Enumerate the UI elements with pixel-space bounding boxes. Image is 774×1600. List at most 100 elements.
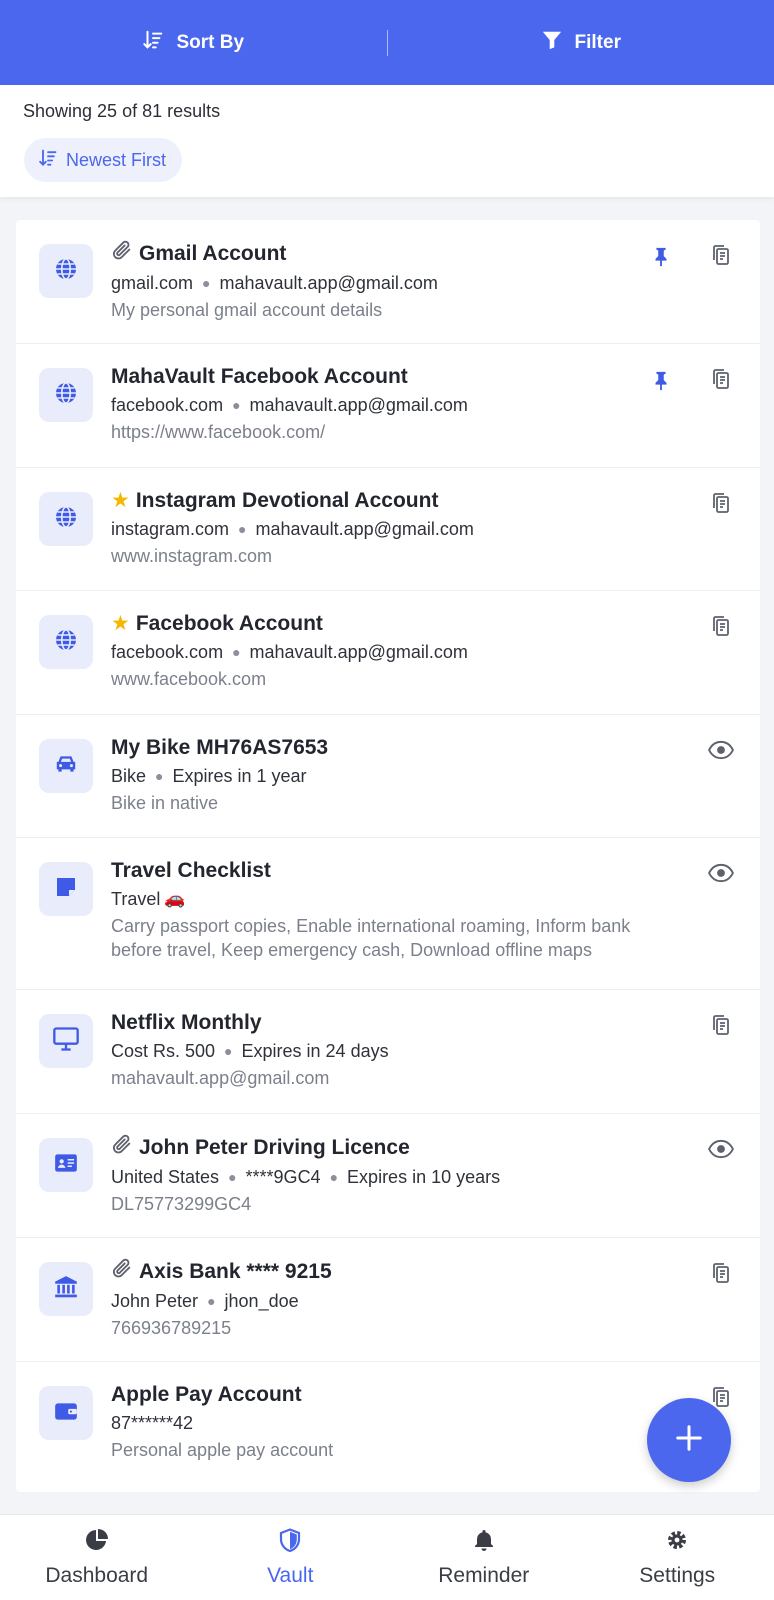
gear-icon — [665, 1528, 689, 1558]
list-item[interactable]: Gmail Account gmail.com ● mahavault.app@gm… — [16, 220, 760, 344]
item-actions — [708, 1262, 734, 1288]
item-body: ★ Instagram Devotional Account instagram.… — [111, 487, 680, 568]
list-item[interactable]: ★ Instagram Devotional Account instagram.… — [16, 468, 760, 591]
item-title-row: Axis Bank **** 9215 — [111, 1257, 680, 1287]
separator-dot: ● — [202, 275, 211, 291]
list-item[interactable]: Netflix Monthly Cost Rs. 500 ● Expires in … — [16, 990, 760, 1114]
item-description: Personal apple pay account — [111, 1440, 334, 1460]
item-body: ★ Facebook Account facebook.com ● mahavault… — [111, 610, 680, 691]
sort-by-button[interactable]: Sort By — [0, 29, 387, 57]
copy-button[interactable] — [708, 1014, 734, 1040]
copy-icon — [709, 491, 733, 520]
item-actions — [648, 368, 734, 394]
add-item-button[interactable] — [647, 1398, 731, 1482]
item-meta-field: gmail.com — [111, 273, 194, 293]
item-body: Apple Pay Account 87******42 Personal ap… — [111, 1381, 680, 1462]
item-description: Carry passport copies, Enable internatio… — [111, 916, 631, 960]
item-type-badge — [39, 492, 93, 546]
item-meta-field: Travel — [111, 889, 161, 909]
item-description: 766936789215 — [111, 1318, 232, 1338]
nav-tab-vault[interactable]: Vault — [194, 1515, 388, 1600]
separator-dot: ● — [232, 644, 241, 660]
pin-icon[interactable] — [648, 368, 674, 394]
item-body: Gmail Account gmail.com ● mahavault.app@gm… — [111, 239, 680, 322]
copy-button[interactable] — [708, 615, 734, 641]
copy-button[interactable] — [708, 492, 734, 518]
pin-icon[interactable] — [648, 244, 674, 270]
copy-icon — [709, 367, 733, 396]
item-meta-field: facebook.com — [111, 395, 224, 415]
globe-icon — [54, 257, 78, 286]
nav-tab-label: Vault — [267, 1563, 314, 1587]
item-title-row: MahaVault Facebook Account — [111, 363, 680, 391]
item-title: Axis Bank **** 9215 — [139, 1260, 332, 1283]
filter-label: Filter — [574, 31, 621, 53]
item-description: DL75773299GC4 — [111, 1194, 252, 1214]
separator-dot: ● — [224, 1043, 233, 1059]
item-title-row: ★ Facebook Account — [111, 610, 680, 638]
separator-dot: ● — [207, 1293, 216, 1309]
item-actions — [648, 244, 734, 270]
nav-tab-dashboard[interactable]: Dashboard — [0, 1515, 194, 1600]
star-icon: ★ — [111, 489, 130, 512]
nav-tab-label: Reminder — [438, 1563, 530, 1587]
separator-dot: ● — [228, 1169, 237, 1185]
item-actions — [708, 615, 734, 641]
view-button[interactable] — [707, 739, 735, 765]
item-title: Apple Pay Account — [111, 1383, 302, 1406]
nav-tab-reminder[interactable]: Reminder — [387, 1515, 581, 1600]
copy-icon — [709, 614, 733, 643]
filter-button[interactable]: Filter — [388, 29, 774, 57]
view-button[interactable] — [707, 1138, 735, 1164]
item-meta-field: mahavault.app@gmail.com — [219, 273, 438, 293]
item-meta-field: jhon_doe — [224, 1291, 299, 1311]
list-item[interactable]: MahaVault Facebook Account facebook.com ●… — [16, 344, 760, 468]
item-description: mahavault.app@gmail.com — [111, 1068, 330, 1088]
item-actions — [707, 860, 735, 891]
nav-tab-settings[interactable]: Settings — [581, 1515, 774, 1600]
pie-chart-icon — [85, 1528, 109, 1558]
copy-button[interactable] — [708, 244, 734, 270]
item-actions — [708, 1014, 734, 1040]
item-description: My personal gmail account details — [111, 300, 383, 320]
item-body: John Peter Driving Licence United States… — [111, 1133, 680, 1216]
item-meta: instagram.com ● mahavault.app@gmail.com — [111, 515, 680, 543]
item-title: John Peter Driving Licence — [139, 1136, 410, 1159]
wallet-icon — [53, 1398, 79, 1429]
nav-tab-label: Settings — [639, 1563, 716, 1587]
separator-dot: ● — [329, 1169, 339, 1185]
eye-icon — [707, 860, 735, 891]
item-meta: Travel 🚗 — [111, 885, 680, 913]
item-actions — [708, 492, 734, 518]
item-title: Travel Checklist — [111, 859, 271, 882]
sort-chip[interactable]: Newest First — [24, 138, 183, 182]
item-meta: United States ● ****9GC4 ● Expires in 10 yea… — [111, 1163, 680, 1191]
list-item[interactable]: Travel Checklist Travel 🚗 Carry passport … — [16, 838, 760, 990]
item-body: My Bike MH76AS7653 Bike ● Expires in 1 yea… — [111, 734, 680, 815]
item-type-badge — [39, 244, 93, 298]
results-summary: Showing 25 of 81 results Newest First — [0, 85, 774, 197]
item-title-row: Apple Pay Account — [111, 1381, 680, 1409]
item-meta-field: ****9GC4 — [245, 1167, 321, 1187]
copy-button[interactable] — [708, 368, 734, 394]
sort-icon — [142, 29, 164, 57]
item-body: Travel Checklist Travel 🚗 Carry passport … — [111, 857, 680, 962]
top-action-bar: Sort By Filter — [0, 0, 774, 85]
item-type-badge — [39, 1014, 93, 1068]
list-item[interactable]: Axis Bank **** 9215 John Peter ● jhon_doe … — [16, 1238, 760, 1362]
plus-icon — [674, 1423, 704, 1458]
item-actions — [707, 739, 735, 765]
view-button[interactable] — [707, 860, 735, 891]
shield-icon — [278, 1527, 302, 1558]
copy-button[interactable] — [708, 1262, 734, 1288]
item-meta-field: mahavault.app@gmail.com — [249, 642, 468, 662]
vault-item-list: Gmail Account gmail.com ● mahavault.app@gm… — [16, 220, 760, 1492]
list-item[interactable]: My Bike MH76AS7653 Bike ● Expires in 1 yea… — [16, 715, 760, 838]
copy-icon — [709, 243, 733, 272]
bank-icon — [53, 1274, 79, 1305]
item-actions — [707, 1138, 735, 1164]
list-item[interactable]: ★ Facebook Account facebook.com ● mahavault… — [16, 591, 760, 715]
item-body: Netflix Monthly Cost Rs. 500 ● Expires in … — [111, 1009, 680, 1090]
star-icon: ★ — [111, 612, 130, 635]
list-item[interactable]: John Peter Driving Licence United States… — [16, 1114, 760, 1238]
